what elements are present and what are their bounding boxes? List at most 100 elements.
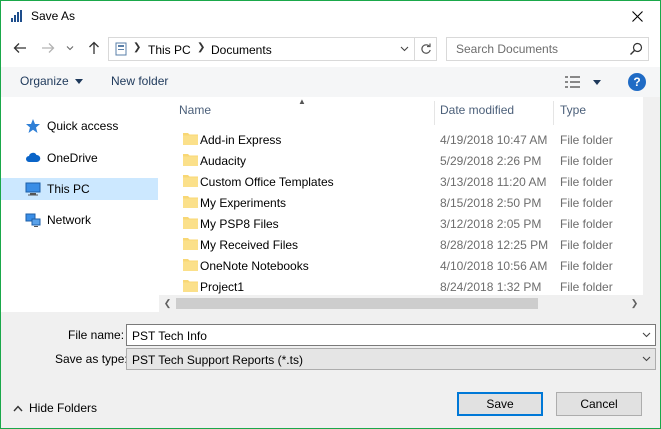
folder-icon xyxy=(183,175,198,187)
refresh-icon xyxy=(420,43,431,54)
save-as-type-dropdown-button[interactable] xyxy=(637,349,655,369)
search-icon xyxy=(630,42,643,55)
folder-icon xyxy=(183,217,198,229)
sidebar-item-network[interactable]: Network xyxy=(1,209,158,231)
horizontal-scrollbar-thumb[interactable] xyxy=(176,298,538,309)
command-bar: Organize New folder ? xyxy=(1,67,660,97)
close-button[interactable] xyxy=(615,1,660,31)
hide-folders-label: Hide Folders xyxy=(29,401,98,415)
column-divider[interactable] xyxy=(434,101,435,125)
file-type: File folder xyxy=(560,154,613,168)
help-button[interactable]: ? xyxy=(628,73,646,91)
sidebar-item-onedrive[interactable]: OneDrive xyxy=(1,147,158,169)
hide-folders-button[interactable]: Hide Folders xyxy=(13,401,97,415)
file-date: 4/19/2018 10:47 AM xyxy=(440,133,548,147)
file-name: Custom Office Templates xyxy=(200,175,334,189)
file-name-dropdown-button[interactable] xyxy=(637,325,655,345)
scroll-left-icon[interactable]: ❮ xyxy=(159,295,176,312)
file-date: 8/28/2018 12:25 PM xyxy=(440,238,549,252)
save-as-type-select[interactable]: PST Tech Support Reports (*.ts) xyxy=(126,348,656,370)
file-list: ▲ Name Date modified Type Add-in Express… xyxy=(164,97,660,311)
file-date: 4/10/2018 10:56 AM xyxy=(440,259,548,273)
computer-icon xyxy=(25,182,41,196)
change-view-button[interactable] xyxy=(564,74,602,90)
save-as-dialog: Save As ❯ This PC ❯ Documents Search Doc… xyxy=(0,0,661,429)
save-as-type-value: PST Tech Support Reports (*.ts) xyxy=(132,353,303,367)
folder-icon xyxy=(183,238,198,250)
file-name: My Experiments xyxy=(200,196,287,210)
chevron-down-icon xyxy=(66,46,74,51)
folder-icon xyxy=(183,259,198,271)
breadcrumb-documents[interactable]: Documents xyxy=(211,43,272,57)
chevron-down-icon xyxy=(642,356,650,362)
caret-down-icon xyxy=(75,79,84,85)
scrollbar-corner xyxy=(643,295,660,312)
chevron-down-icon xyxy=(400,46,408,52)
folder-icon xyxy=(183,154,198,166)
address-bar[interactable]: ❯ This PC ❯ Documents xyxy=(108,37,415,61)
table-row[interactable]: My Experiments 8/15/2018 2:50 PM File fo… xyxy=(174,192,634,213)
horizontal-scrollbar[interactable]: ❮ ❯ xyxy=(159,295,643,312)
scroll-right-icon[interactable]: ❯ xyxy=(626,295,643,312)
file-type: File folder xyxy=(560,238,613,252)
sort-ascending-icon: ▲ xyxy=(298,97,306,106)
sidebar-item-quick-access[interactable]: Quick access xyxy=(1,115,158,137)
search-box[interactable] xyxy=(446,37,649,61)
sidebar-item-label: OneDrive xyxy=(47,151,98,165)
chevron-up-icon xyxy=(13,404,23,411)
column-header-type[interactable]: Type xyxy=(560,103,586,127)
file-type: File folder xyxy=(560,259,613,273)
table-row[interactable]: Audacity 5/29/2018 2:26 PM File folder xyxy=(174,150,634,171)
new-folder-button[interactable]: New folder xyxy=(111,74,168,88)
file-name-value: PST Tech Info xyxy=(132,329,207,343)
save-as-type-label: Save as type: xyxy=(55,352,128,366)
chevron-down-icon xyxy=(642,332,650,338)
sidebar-item-this-pc[interactable]: This PC xyxy=(1,178,158,200)
forward-button[interactable] xyxy=(39,39,57,57)
save-button[interactable]: Save xyxy=(457,392,543,416)
file-date: 3/12/2018 2:05 PM xyxy=(440,217,542,231)
file-name-field[interactable]: PST Tech Info xyxy=(126,324,656,346)
breadcrumb-separator: ❯ xyxy=(133,42,142,53)
file-name: Audacity xyxy=(200,154,247,168)
recent-locations-button[interactable] xyxy=(63,39,77,57)
folder-icon xyxy=(183,133,198,145)
up-button[interactable] xyxy=(85,39,103,57)
caret-down-icon xyxy=(593,80,601,85)
save-options-panel: File name: PST Tech Info Save as type: P… xyxy=(1,312,660,428)
folder-icon xyxy=(183,280,198,292)
table-row[interactable]: Add-in Express 4/19/2018 10:47 AM File f… xyxy=(174,129,634,150)
table-row[interactable]: My PSP8 Files 3/12/2018 2:05 PM File fol… xyxy=(174,213,634,234)
refresh-button[interactable] xyxy=(415,37,437,61)
table-row[interactable]: OneNote Notebooks 4/10/2018 10:56 AM Fil… xyxy=(174,255,634,276)
vertical-scrollbar[interactable] xyxy=(643,97,660,295)
star-icon xyxy=(26,119,40,133)
address-dropdown-button[interactable] xyxy=(394,38,414,60)
network-icon xyxy=(25,213,41,227)
column-divider[interactable] xyxy=(553,101,554,125)
file-date: 3/13/2018 11:20 AM xyxy=(440,175,547,189)
sidebar-item-label: Network xyxy=(47,213,92,227)
sidebar-item-label: Quick access xyxy=(47,119,119,133)
file-name: Project1 xyxy=(200,280,245,294)
file-name: My Received Files xyxy=(200,238,299,252)
file-type: File folder xyxy=(560,280,613,294)
cloud-icon xyxy=(26,152,41,162)
organize-button[interactable]: Organize xyxy=(20,74,84,88)
table-row[interactable]: My Received Files 8/28/2018 12:25 PM Fil… xyxy=(174,234,634,255)
search-input[interactable] xyxy=(447,38,627,60)
app-icon xyxy=(11,10,22,22)
navigation-bar: ❯ This PC ❯ Documents xyxy=(1,35,660,63)
sidebar-item-label: This PC xyxy=(47,182,90,196)
table-row[interactable]: Custom Office Templates 3/13/2018 11:20 … xyxy=(174,171,634,192)
window-title: Save As xyxy=(31,9,76,23)
column-header-date-modified[interactable]: Date modified xyxy=(440,103,514,127)
table-row[interactable]: Project1 8/24/2018 1:32 PM File folder xyxy=(174,276,634,297)
column-header-name[interactable]: Name xyxy=(179,103,211,127)
file-name: OneNote Notebooks xyxy=(200,259,309,273)
cancel-button[interactable]: Cancel xyxy=(556,392,642,416)
back-button[interactable] xyxy=(11,39,29,57)
breadcrumb-this-pc[interactable]: This PC xyxy=(148,43,191,57)
arrow-up-icon xyxy=(89,41,99,54)
arrow-right-icon xyxy=(42,43,55,53)
